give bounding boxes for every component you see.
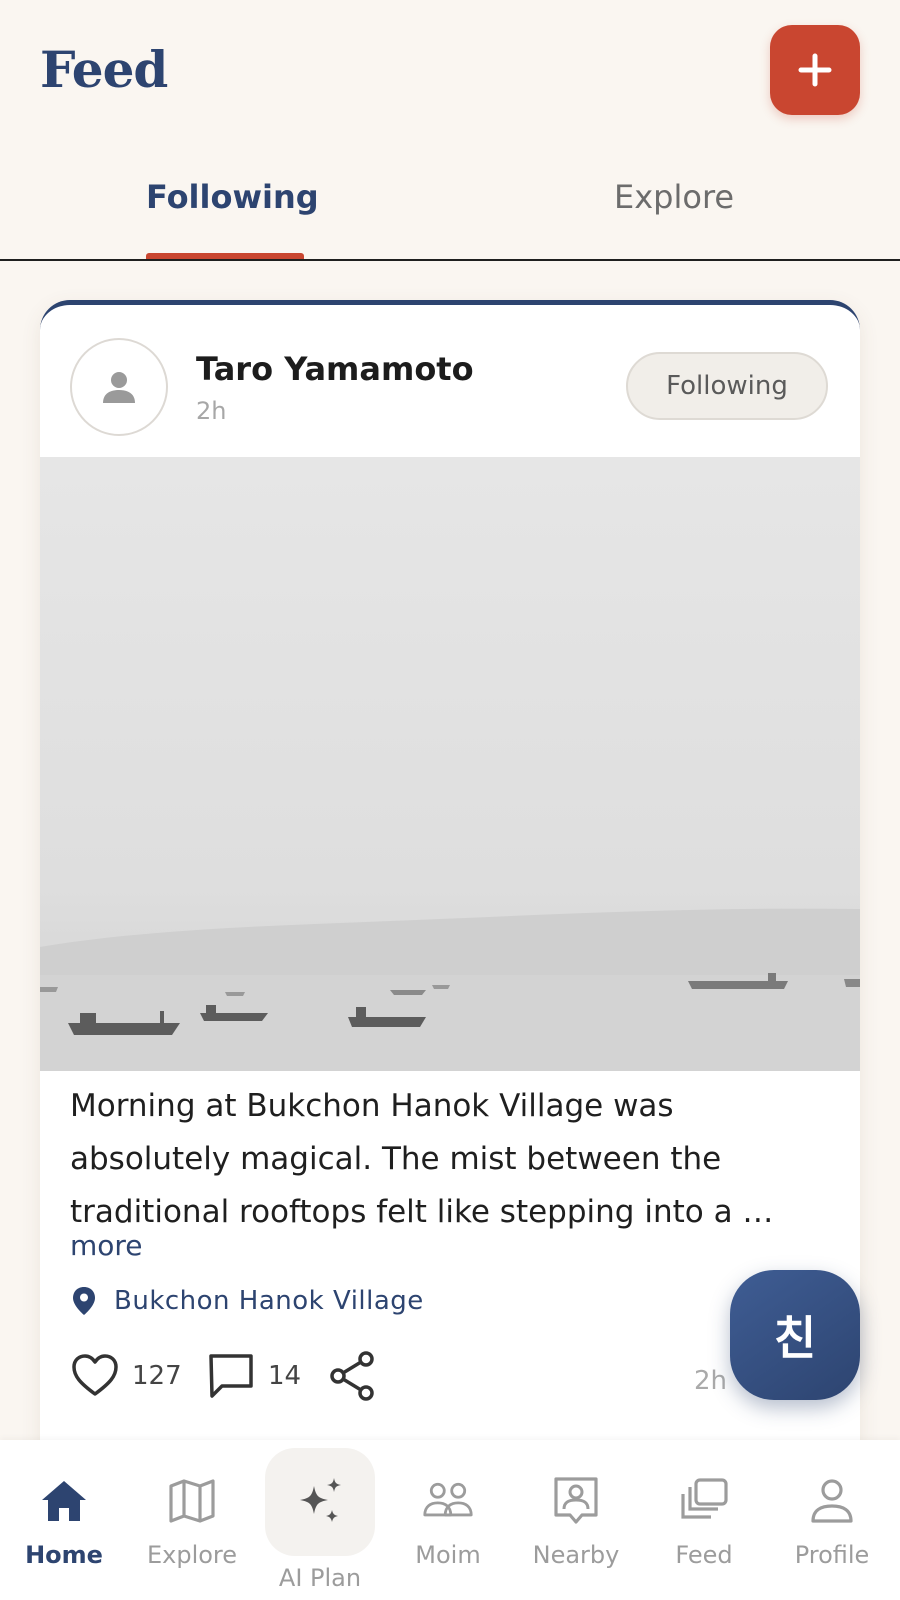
- sparkles-icon: [294, 1476, 346, 1528]
- nav-label: Home: [25, 1541, 103, 1569]
- post-card[interactable]: Taro Yamamoto 2h Following Morning at Bu…: [40, 300, 860, 1460]
- tab-following[interactable]: Following: [146, 178, 319, 216]
- add-post-button[interactable]: [770, 25, 860, 115]
- nav-feed[interactable]: Feed: [640, 1440, 768, 1600]
- nav-nearby[interactable]: Nearby: [512, 1440, 640, 1600]
- author-name[interactable]: Taro Yamamoto: [196, 350, 474, 388]
- comment-count: 14: [268, 1361, 302, 1391]
- comment-icon: [209, 1354, 253, 1398]
- nav-home[interactable]: Home: [0, 1440, 128, 1600]
- like-button[interactable]: 127: [70, 1351, 182, 1401]
- feed-icon: [678, 1475, 730, 1527]
- nav-label: AI Plan: [278, 1564, 362, 1592]
- nav-label: Feed: [675, 1541, 733, 1569]
- caption-line: traditional rooftops felt like stepping …: [70, 1194, 774, 1230]
- tab-explore[interactable]: Explore: [614, 178, 734, 216]
- home-icon: [38, 1475, 90, 1527]
- nav-label: Nearby: [532, 1541, 620, 1569]
- more-link[interactable]: more: [70, 1229, 143, 1262]
- nav-ai-plan[interactable]: AI Plan: [256, 1440, 384, 1600]
- nav-label: Moim: [415, 1541, 481, 1569]
- nav-moim[interactable]: Moim: [384, 1440, 512, 1600]
- profile-icon: [806, 1475, 858, 1527]
- header: Feed: [0, 0, 900, 150]
- post-image[interactable]: [40, 457, 860, 1071]
- map-icon: [166, 1475, 218, 1527]
- like-count: 127: [132, 1361, 182, 1391]
- heart-icon: [72, 1354, 118, 1396]
- caption-line: absolutely magical. The mist between the: [70, 1141, 722, 1177]
- post-caption: Morning at Bukchon Hanok Village was abs…: [70, 1080, 830, 1239]
- avatar[interactable]: [70, 338, 168, 436]
- tabs-divider: [0, 259, 900, 261]
- nav-label: Explore: [146, 1541, 238, 1569]
- plus-icon: [798, 53, 832, 87]
- group-icon: [422, 1475, 474, 1527]
- caption-line: Morning at Bukchon Hanok Village was: [70, 1088, 674, 1124]
- nav-explore[interactable]: Explore: [128, 1440, 256, 1600]
- location-pin-icon: [73, 1287, 95, 1315]
- comment-button[interactable]: 14: [206, 1351, 301, 1401]
- share-button[interactable]: [328, 1351, 378, 1401]
- location-name: Bukchon Hanok Village: [114, 1286, 424, 1316]
- feed-tabs: Following Explore: [0, 160, 900, 260]
- post-actions: 127 14 2h: [70, 1351, 830, 1421]
- bottom-nav: Home Explore AI Plan Moim Nearby Feed Pr…: [0, 1440, 900, 1600]
- following-button[interactable]: Following: [626, 352, 828, 420]
- harbor-photo: [40, 457, 860, 1071]
- post-footer-time: 2h: [694, 1366, 728, 1396]
- nearby-icon: [550, 1475, 602, 1527]
- friend-fab-button[interactable]: 친: [730, 1270, 860, 1400]
- share-icon: [330, 1351, 374, 1401]
- nav-profile[interactable]: Profile: [768, 1440, 896, 1600]
- location-tag[interactable]: Bukchon Hanok Village: [70, 1285, 424, 1317]
- user-placeholder-icon: [103, 372, 135, 403]
- nav-label: Profile: [794, 1541, 870, 1569]
- page-title: Feed: [40, 40, 168, 99]
- post-time: 2h: [196, 397, 227, 425]
